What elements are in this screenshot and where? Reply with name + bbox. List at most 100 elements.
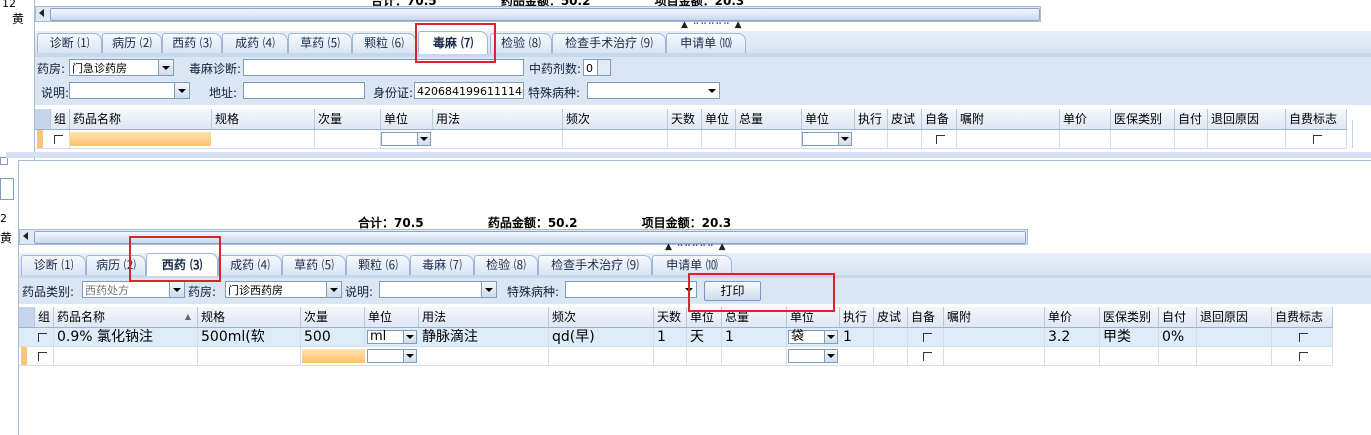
self-pay-flag-checkbox[interactable] (1286, 130, 1347, 148)
col-header[interactable]: 频次 (549, 307, 654, 327)
chevron-down-icon[interactable] (326, 282, 341, 297)
drug-name-cell[interactable] (54, 347, 198, 365)
tab-diagnosis[interactable]: 诊断 ⑴ (21, 255, 86, 275)
col-header[interactable]: 皮试 (874, 307, 908, 327)
col-header[interactable]: 规格 (212, 109, 315, 129)
days-cell[interactable]: 1 (654, 328, 687, 346)
col-header[interactable]: 用法 (419, 307, 549, 327)
usage-cell[interactable]: 静脉滴注 (419, 328, 549, 346)
unit-select[interactable] (367, 349, 417, 363)
return-reason-cell[interactable] (1197, 347, 1272, 365)
chevron-down-icon[interactable] (174, 83, 189, 98)
tab-narcotic[interactable]: 毒麻 ⑺ (410, 255, 474, 275)
total-unit-select[interactable] (802, 132, 852, 146)
col-header[interactable]: 自备 (908, 307, 944, 327)
chevron-down-icon[interactable] (824, 350, 837, 362)
tab-application[interactable]: 申请单 ⑽ (666, 33, 746, 53)
self-pay-cell[interactable] (1175, 130, 1208, 148)
col-header[interactable]: 自付 (1159, 307, 1197, 327)
col-header[interactable]: 自备 (922, 109, 957, 129)
spec-cell[interactable]: 500ml(软 (198, 328, 301, 346)
col-header[interactable]: 单位 (381, 109, 433, 129)
days-cell[interactable] (668, 130, 702, 148)
spec-cell[interactable] (198, 347, 301, 365)
col-header[interactable]: 规格 (198, 307, 301, 327)
col-header[interactable]: 退回原因 (1197, 307, 1272, 327)
price-cell[interactable] (1045, 347, 1100, 365)
skin-test-cell[interactable] (874, 328, 908, 346)
unit-select[interactable] (381, 132, 431, 146)
col-header[interactable]: 单价 (1060, 109, 1111, 129)
pharmacy-select[interactable]: 门急诊药房 (69, 59, 174, 76)
days-cell[interactable] (654, 347, 687, 365)
exec-cell[interactable] (840, 347, 874, 365)
day-unit-cell[interactable] (687, 347, 722, 365)
scroll-thumb[interactable] (50, 8, 1040, 21)
col-header[interactable]: 嘱附 (944, 307, 1045, 327)
chevron-down-icon[interactable] (403, 331, 416, 343)
exec-cell[interactable]: 1 (840, 328, 874, 346)
dose-cell[interactable] (315, 130, 381, 148)
col-header[interactable]: 次量 (315, 109, 381, 129)
splitter-grip-icon[interactable]: ▲ ⠒⠒⠒⠒⠒ ▲ (681, 20, 743, 30)
return-reason-cell[interactable] (1208, 130, 1286, 148)
chevron-down-icon[interactable] (158, 60, 173, 75)
tab-lab-test[interactable]: 检验 ⑻ (490, 33, 552, 53)
col-header[interactable]: 药品名称 ▲ (54, 307, 198, 327)
col-header[interactable]: 自费标志 (1286, 109, 1347, 129)
spec-cell[interactable] (212, 130, 315, 148)
horizontal-scrollbar[interactable] (35, 6, 1041, 22)
chevron-down-icon[interactable] (838, 133, 851, 145)
day-unit-cell[interactable]: 天 (687, 328, 722, 346)
group-checkbox[interactable] (51, 130, 70, 148)
return-reason-cell[interactable] (1197, 328, 1272, 346)
tab-application[interactable]: 申请单 ⑽ (652, 255, 732, 275)
chevron-down-icon[interactable] (705, 83, 719, 98)
col-header[interactable]: 医保类别 (1111, 109, 1175, 129)
col-header[interactable]: 嘱附 (957, 109, 1060, 129)
insurance-cell[interactable] (1100, 347, 1159, 365)
self-provided-checkbox[interactable] (908, 328, 944, 346)
address-input[interactable] (243, 82, 365, 99)
tab-granule[interactable]: 颗粒 ⑹ (346, 255, 410, 275)
tab-medical-record[interactable]: 病历 ⑵ (102, 33, 162, 53)
col-header[interactable]: 组 (51, 109, 70, 129)
tab-herbal[interactable]: 草药 ⑸ (288, 33, 352, 53)
col-header[interactable]: 天数 (668, 109, 702, 129)
usage-cell[interactable] (433, 130, 563, 148)
self-provided-checkbox[interactable] (922, 130, 957, 148)
col-header[interactable]: 天数 (654, 307, 687, 327)
col-header[interactable]: 次量 (301, 307, 365, 327)
col-header[interactable]: 皮试 (888, 109, 922, 129)
chevron-down-icon[interactable] (682, 282, 696, 297)
scroll-left-icon[interactable] (23, 232, 28, 240)
splitter-grip-icon[interactable]: ▲ ⠒⠒⠒⠒⠒ ▲ (665, 242, 727, 252)
disease-select[interactable] (587, 82, 720, 99)
exec-cell[interactable] (855, 130, 888, 148)
tab-western-medicine[interactable]: 西药 ⑶ (146, 253, 218, 276)
advice-cell[interactable] (944, 347, 1045, 365)
tab-granule[interactable]: 颗粒 ⑹ (352, 33, 416, 53)
tab-narcotic[interactable]: 毒麻 ⑺ (418, 31, 488, 54)
scroll-thumb[interactable] (34, 231, 1026, 244)
advice-cell[interactable] (957, 130, 1060, 148)
tab-western-medicine[interactable]: 西药 ⑶ (162, 33, 222, 53)
group-checkbox[interactable] (35, 328, 54, 346)
col-header[interactable]: 用法 (433, 109, 563, 129)
group-checkbox[interactable] (35, 347, 54, 365)
tab-herbal[interactable]: 草药 ⑸ (282, 255, 346, 275)
freq-cell[interactable] (563, 130, 668, 148)
drug-name-cell[interactable] (70, 132, 211, 146)
tab-exam-surgery[interactable]: 检查手术治疗 ⑼ (552, 33, 666, 53)
col-header[interactable]: 总量 (736, 109, 802, 129)
self-provided-checkbox[interactable] (908, 347, 944, 365)
col-header[interactable]: 执行 (840, 307, 874, 327)
col-header[interactable]: 组 (35, 307, 54, 327)
day-unit-cell[interactable] (702, 130, 736, 148)
tab-diagnosis[interactable]: 诊断 ⑴ (37, 33, 102, 53)
unit-select[interactable]: ml (367, 330, 417, 344)
col-header[interactable]: 自费标志 (1272, 307, 1333, 327)
total-cell[interactable] (722, 347, 787, 365)
insurance-cell[interactable] (1111, 130, 1175, 148)
col-header[interactable]: 总量 (722, 307, 787, 327)
